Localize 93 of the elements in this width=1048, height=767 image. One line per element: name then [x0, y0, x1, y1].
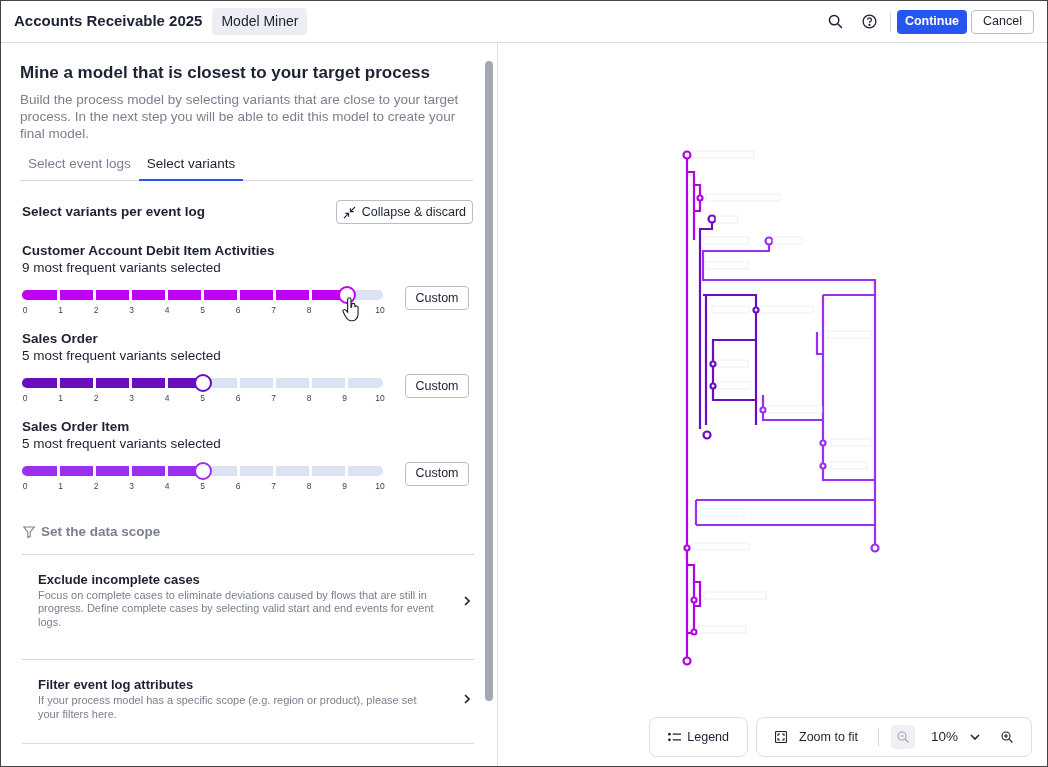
help-icon[interactable]	[861, 14, 877, 29]
tick-label: 8	[305, 392, 313, 405]
tick-label: 1	[57, 304, 64, 317]
tick-label: 8	[305, 304, 313, 317]
tick-label: 2	[92, 479, 100, 493]
slider-thumb[interactable]	[193, 374, 212, 392]
tick-label: 5	[199, 479, 206, 493]
scrollbar-thumb[interactable]	[485, 61, 493, 701]
event-node[interactable]	[702, 430, 712, 440]
slider-track[interactable]	[22, 465, 383, 476]
app-title: Accounts Receivable 2025	[14, 11, 203, 32]
variants-summary: 5 most frequent variants selected	[22, 347, 222, 364]
slider-track[interactable]	[22, 378, 383, 388]
tick-label: 4	[163, 304, 171, 317]
tick-label: 4	[163, 479, 171, 493]
custom-button[interactable]: Custom	[405, 461, 469, 486]
tick-label: 3	[128, 479, 135, 493]
event-node[interactable]	[682, 656, 692, 666]
cancel-button[interactable]: Cancel	[971, 9, 1034, 34]
event-log-name: Sales Order	[22, 331, 99, 347]
event-node[interactable]	[690, 628, 698, 636]
tick-label: 7	[270, 304, 277, 317]
option-title: Exclude incomplete cases	[38, 571, 201, 588]
event-node[interactable]	[683, 544, 691, 552]
event-node[interactable]	[764, 236, 774, 246]
collapse-discard-button[interactable]: Collapse & discard	[335, 200, 473, 225]
custom-button[interactable]: Custom	[405, 286, 469, 311]
variants-summary: 5 most frequent variants selected	[22, 434, 222, 452]
zoom-level-dropdown[interactable]: 10%	[931, 726, 959, 748]
tick-label: 2	[92, 304, 100, 317]
zoom-out-icon	[897, 731, 910, 743]
tab[interactable]: Select variants	[138, 154, 244, 182]
tick-label: 6	[234, 304, 242, 317]
scope-option-row[interactable]: Exclude incomplete cases Focus on complete cases to eliminate deviations caused by flows that are still in progress. Define complete cases by selecting valid start and end events for event logs.	[22, 553, 474, 660]
tick-label: 0	[21, 304, 29, 317]
tick-label: 5	[199, 392, 206, 405]
section-title: Select variants per event log	[22, 203, 206, 222]
tick-label: 1	[57, 392, 64, 405]
option-description: Focus on complete cases to eliminate deviations caused by flows that are still in progress. Define complete cases by selecting valid start and end events for event logs.	[38, 588, 435, 630]
tick-label: 9	[341, 479, 348, 493]
tick-label: 9	[341, 392, 348, 405]
search-icon[interactable]	[827, 14, 843, 29]
event-node[interactable]	[752, 306, 760, 314]
chevron-right-icon	[464, 694, 470, 705]
tick-label: 8	[305, 479, 313, 493]
list-icon	[668, 732, 682, 742]
tick-label: 10	[375, 479, 385, 493]
custom-button[interactable]: Custom	[405, 374, 469, 398]
event-node[interactable]	[709, 382, 717, 390]
event-node[interactable]	[759, 406, 767, 414]
tick-label: 0	[21, 392, 29, 405]
fit-screen-icon	[775, 731, 787, 743]
tick-label: 7	[270, 479, 277, 493]
event-node[interactable]	[819, 439, 827, 447]
variants-summary: 9 most frequent variants selected	[22, 259, 222, 277]
zoom-to-fit-button[interactable]: Zoom to fit	[775, 727, 859, 747]
scope-title: Set the data scope	[41, 522, 161, 541]
chevron-right-icon	[464, 595, 470, 606]
tick-label: 5	[199, 304, 206, 317]
event-node[interactable]	[707, 214, 717, 224]
tick-label: 10	[375, 304, 385, 317]
continue-button[interactable]: Continue	[896, 9, 968, 34]
chevron-down-icon[interactable]	[970, 734, 981, 740]
option-description: If your process model has a specific scope (e.g. region or product), please set your filters here.	[38, 694, 418, 722]
event-node[interactable]	[690, 596, 698, 604]
event-node[interactable]	[682, 150, 692, 160]
filter-icon	[23, 525, 35, 538]
tick-label: 6	[234, 479, 242, 493]
model-miner-badge: Model Miner	[212, 8, 308, 35]
tick-label: 3	[128, 304, 135, 317]
event-node[interactable]	[696, 194, 704, 202]
slider-thumb[interactable]	[193, 461, 212, 480]
event-log-name: Customer Account Debit Item Activities	[22, 243, 276, 260]
event-node[interactable]	[870, 543, 880, 553]
tick-label: 2	[92, 392, 100, 405]
tick-label: 10	[375, 392, 385, 405]
event-node[interactable]	[709, 360, 717, 368]
option-title: Filter event log attributes	[38, 677, 195, 694]
collapse-arrows-icon	[342, 205, 356, 219]
tick-label: 3	[128, 392, 135, 405]
tick-label: 7	[270, 392, 277, 405]
tab[interactable]: Select event logs	[20, 154, 139, 182]
event-node[interactable]	[819, 462, 827, 470]
event-log-name: Sales Order Item	[22, 418, 131, 435]
panel-description: Build the process model by selecting variants that are close to your target process. In the next step you will be able to edit this model to create your final model.	[20, 91, 460, 142]
legend-button[interactable]: Legend	[649, 717, 748, 757]
tick-label: 0	[21, 479, 29, 493]
zoom-in-icon[interactable]	[1001, 731, 1013, 743]
tick-label: 6	[234, 392, 242, 405]
tick-label: 1	[57, 479, 64, 493]
scope-option-row[interactable]: Filter event log attributes If your process model has a specific scope (e.g. region or product), please set your filters here.	[22, 659, 474, 745]
tick-label: 4	[163, 392, 171, 405]
panel-heading: Mine a model that is closest to your target process	[20, 62, 431, 84]
